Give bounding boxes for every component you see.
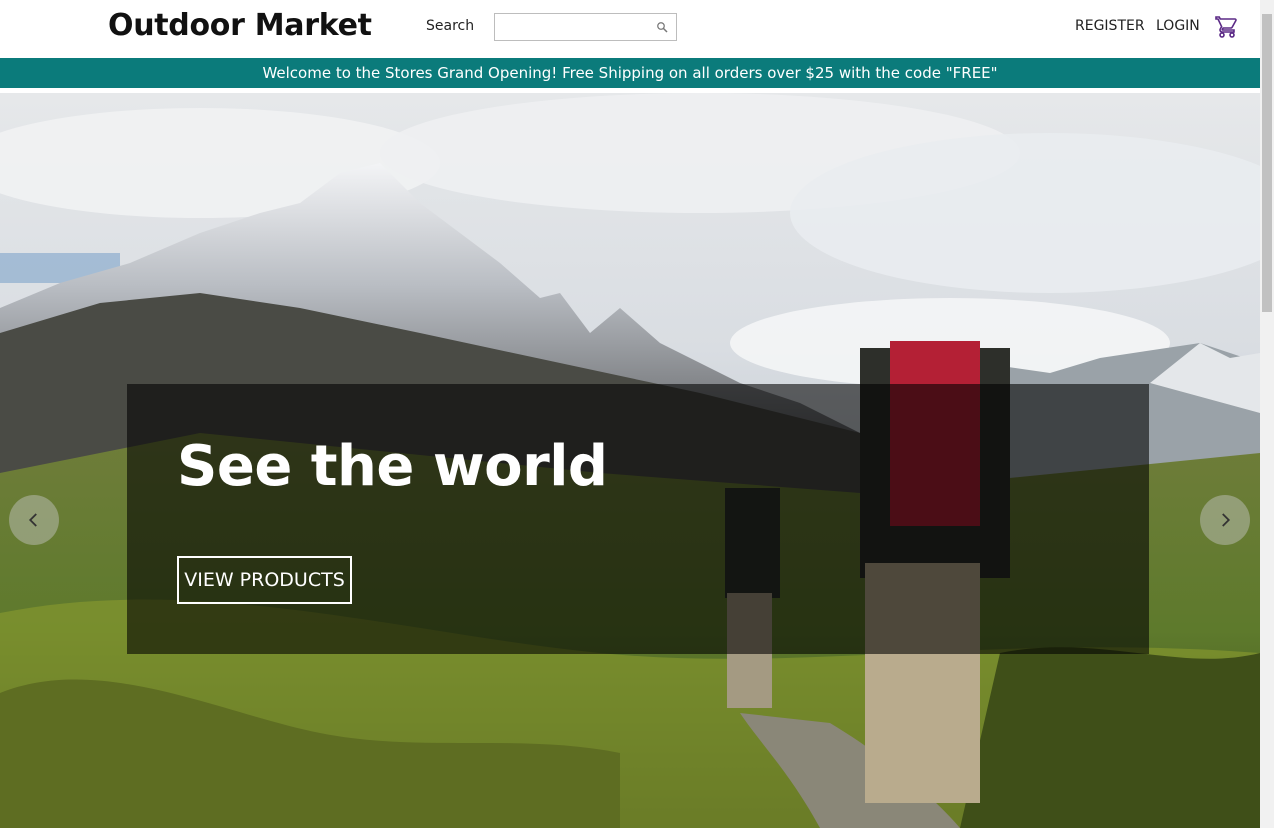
register-link[interactable]: REGISTER <box>1075 18 1145 34</box>
hero-carousel: See the world VIEW PRODUCTS <box>0 93 1260 828</box>
view-products-button[interactable]: VIEW PRODUCTS <box>177 556 352 604</box>
login-link[interactable]: LOGIN <box>1156 18 1200 34</box>
site-logo[interactable]: Outdoor Market <box>108 8 372 43</box>
page: Outdoor Market Search REGISTER LOGIN Wel… <box>0 0 1274 828</box>
promo-banner: Welcome to the Stores Grand Opening! Fre… <box>0 58 1260 88</box>
search-label: Search <box>426 18 475 34</box>
hero-overlay: See the world VIEW PRODUCTS <box>127 384 1149 654</box>
search-input[interactable] <box>495 14 676 40</box>
carousel-prev-button[interactable] <box>9 495 59 545</box>
chevron-right-icon <box>1222 513 1231 527</box>
page-scrollbar[interactable] <box>1260 0 1274 828</box>
search-box <box>494 13 677 41</box>
search-icon[interactable] <box>656 21 668 33</box>
chevron-left-icon <box>28 513 37 527</box>
scrollbar-thumb[interactable] <box>1262 14 1272 312</box>
shopping-cart-icon[interactable] <box>1214 15 1240 39</box>
carousel-next-button[interactable] <box>1200 495 1250 545</box>
site-header: Outdoor Market Search REGISTER LOGIN <box>0 0 1260 58</box>
promo-text: Welcome to the Stores Grand Opening! Fre… <box>262 64 998 82</box>
hero-title: See the world <box>177 434 608 499</box>
